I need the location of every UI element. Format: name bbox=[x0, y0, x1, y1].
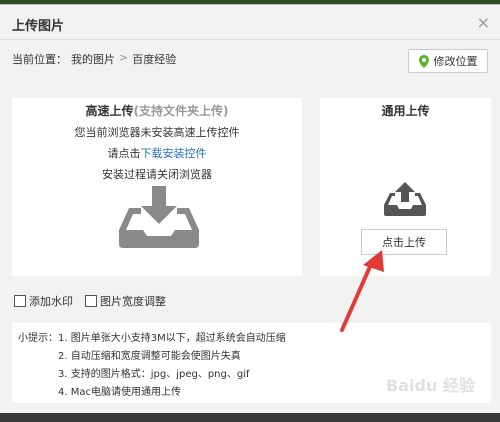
location-pin-icon bbox=[418, 54, 429, 68]
install-notice: 安装过程请关闭浏览器 bbox=[102, 168, 212, 181]
inbox-upload-icon bbox=[384, 182, 426, 216]
upload-dialog: 上传图片 × 当前位置： 我的图片 > 百度经验 修改位置 高速上传(支持文件夹… bbox=[0, 4, 500, 413]
title-divider bbox=[0, 39, 500, 40]
fast-upload-title-text: 高速上传 bbox=[85, 104, 134, 118]
download-plugin-link[interactable]: 下载安装控件 bbox=[141, 147, 207, 160]
breadcrumb: 当前位置： 我的图片 > 百度经验 bbox=[12, 51, 176, 67]
width-adjust-label: 图片宽度调整 bbox=[100, 295, 166, 308]
baidu-jingyan-watermark: Baidu 经验 bbox=[386, 376, 475, 395]
watermark-checkbox-box[interactable] bbox=[14, 295, 26, 307]
tip-item: 1. 图片单张大小支持3M以下，超过系统会自动压缩 bbox=[58, 333, 286, 344]
general-upload-title: 通用上传 bbox=[381, 104, 430, 118]
fast-upload-title: 高速上传(支持文件夹上传) bbox=[12, 102, 302, 119]
change-location-button[interactable]: 修改位置 bbox=[408, 49, 488, 73]
breadcrumb-prefix: 当前位置： bbox=[12, 53, 67, 66]
download-prompt: 请点击下载安装控件 bbox=[12, 145, 302, 161]
tip-item: 3. 支持的图片格式：jpg、jpeg、png、gif bbox=[58, 369, 250, 380]
width-adjust-checkbox[interactable]: 图片宽度调整 bbox=[85, 293, 166, 309]
watermark-label: 添加水印 bbox=[29, 295, 73, 308]
fast-upload-title-note: (支持文件夹上传) bbox=[133, 104, 229, 118]
browser-notice: 您当前浏览器未安装高速上传控件 bbox=[74, 126, 240, 139]
close-icon[interactable]: × bbox=[477, 13, 490, 32]
inbox-download-icon[interactable] bbox=[115, 186, 203, 248]
fast-upload-panel: 高速上传(支持文件夹上传) 您当前浏览器未安装高速上传控件 请点击下载安装控件 … bbox=[12, 98, 302, 276]
watermark-checkbox[interactable]: 添加水印 bbox=[14, 293, 73, 309]
general-upload-panel: 通用上传 点击上传 bbox=[320, 98, 491, 276]
breadcrumb-baidu-jingyan[interactable]: 百度经验 bbox=[132, 51, 176, 67]
breadcrumb-separator: > bbox=[119, 51, 129, 64]
upload-options: 添加水印 图片宽度调整 bbox=[14, 293, 166, 309]
width-adjust-checkbox-box[interactable] bbox=[85, 295, 97, 307]
dialog-title: 上传图片 bbox=[12, 19, 65, 34]
tips-label: 小提示： bbox=[18, 333, 58, 344]
download-prompt-prefix: 请点击 bbox=[107, 147, 141, 160]
click-upload-button[interactable]: 点击上传 bbox=[361, 229, 447, 255]
breadcrumb-my-images[interactable]: 我的图片 bbox=[71, 51, 115, 67]
change-location-label: 修改位置 bbox=[433, 55, 478, 68]
tip-item: 4. Mac电脑请使用通用上传 bbox=[58, 387, 181, 398]
tip-item: 2. 自动压缩和宽度调整可能会使图片失真 bbox=[58, 351, 241, 362]
